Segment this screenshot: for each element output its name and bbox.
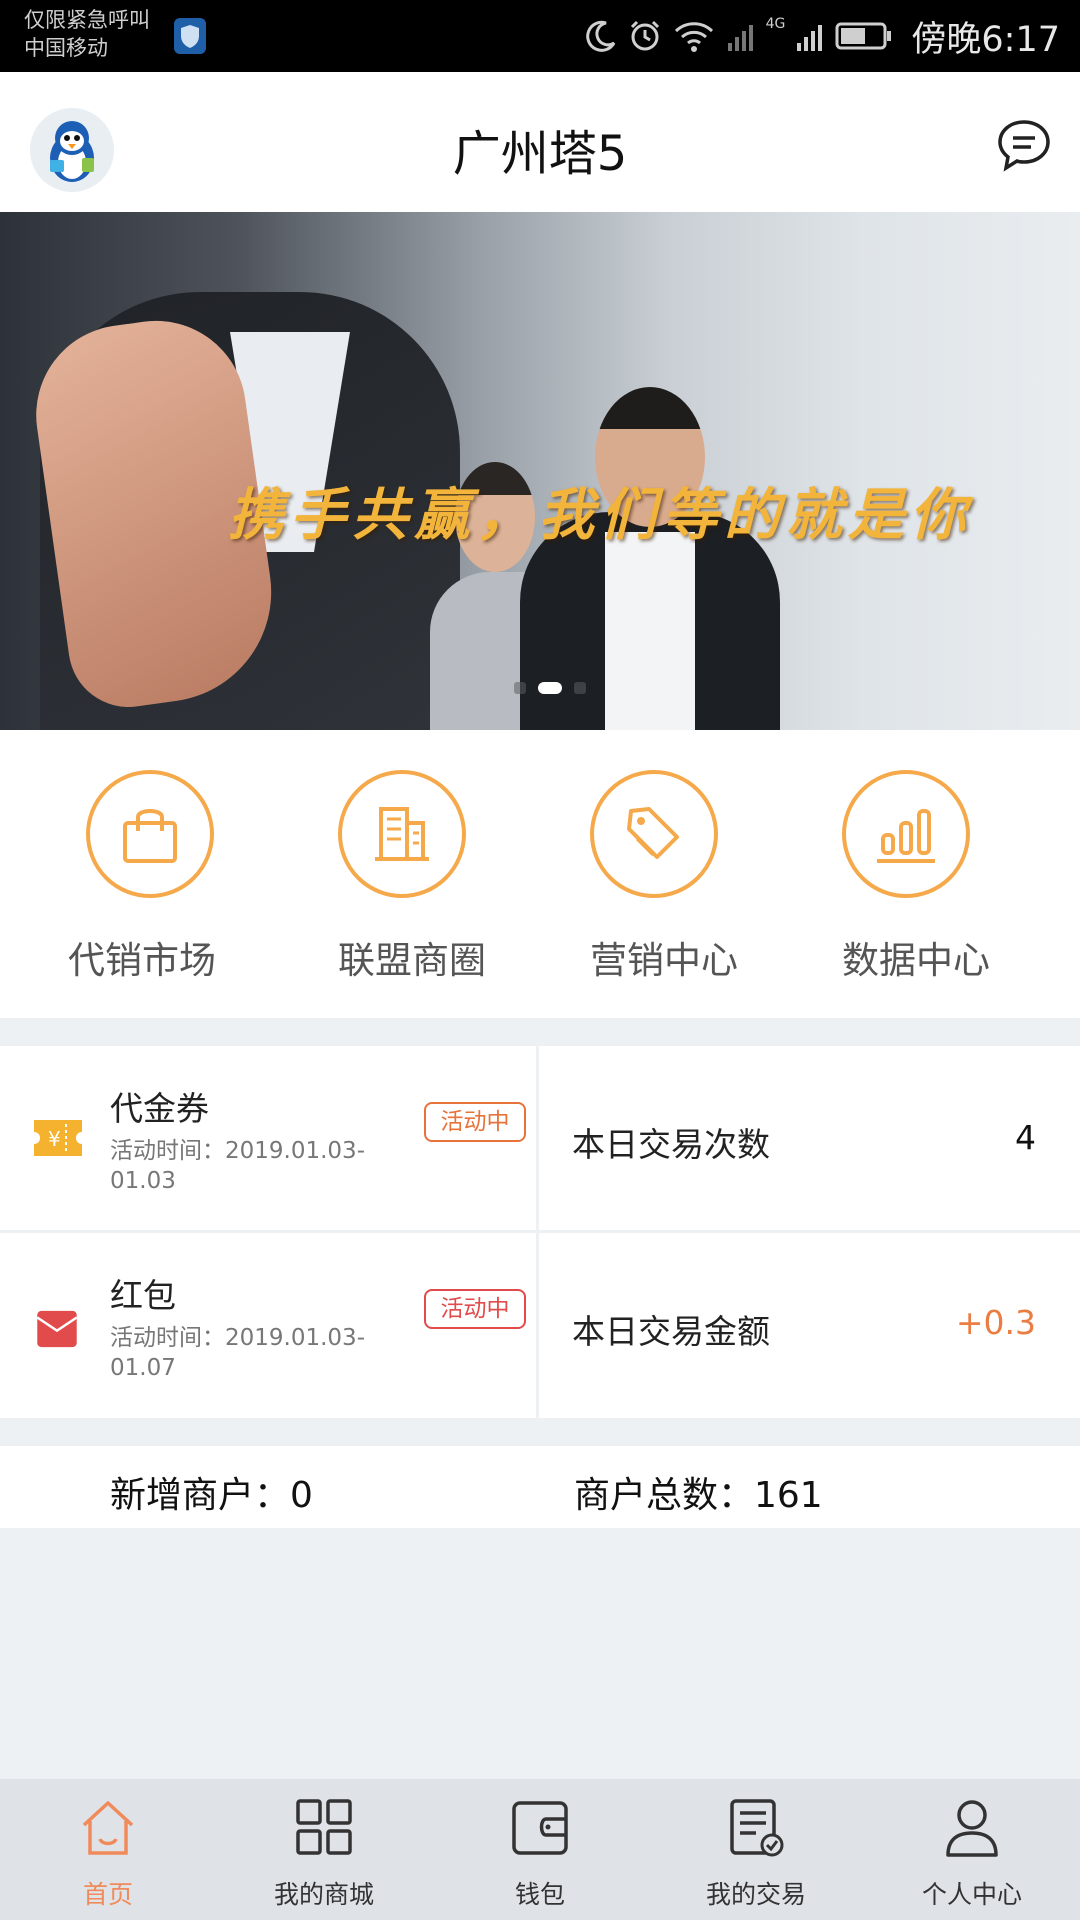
tag-icon [590,770,718,898]
building-icon [338,770,466,898]
tab-label: 我的商城 [273,1880,374,1909]
quick-item-label: 营销中心 [590,939,738,982]
page-title: 广州塔5 [452,126,628,182]
quick-item-label: 数据中心 [842,939,990,982]
promotion-red-envelope[interactable]: 红包 活动时间：2019.01.03-01.07 活动中 [0,1233,536,1418]
network-label: 4G [765,16,786,32]
carrier-line1: 仅限紧急呼叫 [24,8,150,32]
daily-transaction-count[interactable]: 本日交易次数 4 [539,1046,1080,1230]
red-envelope-icon [36,1310,78,1348]
tab-my-mall[interactable]: 我的商城 [216,1779,432,1920]
status-icons: 4G 傍晚6:17 [584,0,1060,72]
battery-icon [835,22,892,50]
quick-item-consignment-market[interactable]: 代销市场 [34,730,286,1018]
message-icon[interactable] [996,118,1052,172]
alarm-icon [630,20,659,51]
tab-wallet[interactable]: 钱包 [432,1779,648,1920]
promotion-time: 活动时间：2019.01.03-01.03 [110,1138,365,1194]
tab-label: 钱包 [514,1880,565,1909]
stat-value: +0.3 [955,1303,1036,1342]
stat-label: 本日交易金额 [572,1312,770,1351]
quick-menu: 代销市场 联盟商圈 营销中心 数据中心 [0,730,1080,1018]
grid-icon [296,1799,352,1855]
banner-slogan: 携手共赢，我们等的就是你 [228,482,972,548]
stat-value: 4 [1015,1118,1036,1157]
promotion-time: 活动时间：2019.01.03-01.07 [110,1325,365,1381]
tab-personal-center[interactable]: 个人中心 [864,1779,1080,1920]
status-badge: 活动中 [424,1102,526,1142]
bottom-tab-bar: 首页 我的商城 钱包 我的交易 个人中心 [0,1779,1080,1920]
tab-label: 个人中心 [921,1880,1022,1909]
status-bar: 仅限紧急呼叫 中国移动 4G 傍晚6:17 [0,0,1080,72]
app-header: 广州塔5 [0,72,1080,212]
promotion-name: 红包 [110,1276,176,1315]
quick-item-data-center[interactable]: 数据中心 [790,730,1042,1018]
promo-banner[interactable]: 携手共赢，我们等的就是你 [0,212,1080,730]
person-icon [946,1800,998,1857]
quick-item-alliance-district[interactable]: 联盟商圈 [286,730,538,1018]
carousel-dot-active[interactable] [538,682,562,694]
moon-icon [585,20,615,52]
carrier-line2: 中国移动 [24,36,108,60]
shield-icon [174,18,206,54]
carrier-info: 仅限紧急呼叫 中国移动 [24,6,150,62]
transaction-icon [730,1799,784,1857]
activity-stats-panel: ¥ 代金券 活动时间：2019.01.03-01.03 活动中 本日交易次数 4… [0,1046,1080,1418]
status-badge: 活动中 [424,1289,526,1329]
shopping-bag-icon [86,770,214,898]
tab-my-transactions[interactable]: 我的交易 [648,1779,864,1920]
daily-transaction-amount[interactable]: 本日交易金额 +0.3 [539,1233,1080,1418]
wallet-icon [512,1801,568,1855]
home-icon [82,1801,134,1855]
signal-icon [727,25,753,51]
stat-label: 本日交易次数 [572,1125,770,1164]
tab-label: 首页 [82,1880,133,1909]
tab-home[interactable]: 首页 [0,1779,216,1920]
new-merchants: 新增商户：0 [110,1475,313,1516]
clock: 傍晚6:17 [911,19,1060,60]
quick-item-label: 代销市场 [68,939,216,982]
wifi-icon [674,22,713,52]
merchant-summary: 新增商户：0 商户总数：161 [0,1446,1080,1528]
promotion-voucher[interactable]: ¥ 代金券 活动时间：2019.01.03-01.03 活动中 [0,1046,536,1230]
svg-text:¥: ¥ [48,1127,61,1151]
carousel-indicator [0,682,1080,694]
carousel-dot[interactable] [574,682,586,694]
promotion-name: 代金券 [110,1089,209,1128]
tab-label: 我的交易 [705,1880,806,1909]
quick-item-label: 联盟商圈 [338,939,486,982]
total-merchants: 商户总数：161 [574,1475,823,1516]
banner-figure [605,532,695,730]
voucher-icon: ¥ [34,1120,82,1156]
signal-icon [797,25,823,51]
bar-chart-icon [842,770,970,898]
carousel-dot[interactable] [514,682,526,694]
quick-item-marketing-center[interactable]: 营销中心 [538,730,790,1018]
